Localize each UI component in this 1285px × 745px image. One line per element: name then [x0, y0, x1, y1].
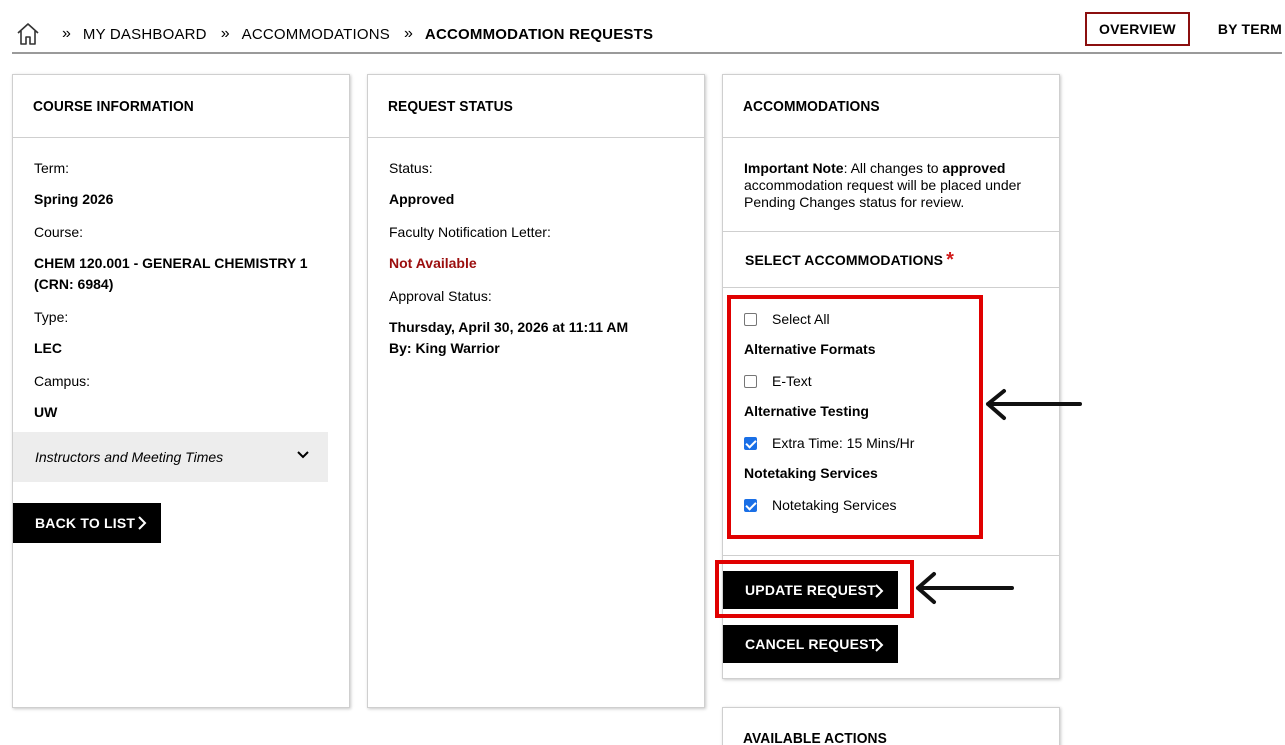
breadcrumb-my-dashboard[interactable]: MY DASHBOARD	[83, 26, 207, 43]
type-label: Type:	[34, 309, 69, 325]
status-label: Status:	[389, 160, 433, 176]
back-to-list-button[interactable]: BACK TO LIST	[13, 503, 161, 543]
tab-overview[interactable]: OVERVIEW	[1085, 12, 1190, 46]
campus-value: UW	[34, 404, 58, 420]
term-label: Term:	[34, 160, 69, 176]
request-status-card: REQUEST STATUS Status: Approved Faculty …	[367, 74, 705, 708]
breadcrumb-separator-icon: »	[62, 25, 71, 42]
course-information-card: COURSE INFORMATION Term: Spring 2026 Cou…	[12, 74, 350, 708]
type-value: LEC	[34, 340, 62, 356]
annotation-arrow-left-icon	[986, 389, 1082, 420]
instructors-accordion[interactable]: Instructors and Meeting Times	[13, 432, 328, 482]
home-icon[interactable]	[16, 22, 40, 46]
important-note: Important Note: All changes to approved …	[723, 138, 1059, 232]
instructors-label: Instructors and Meeting Times	[35, 449, 224, 465]
term-value: Spring 2026	[34, 191, 114, 207]
card-title: COURSE INFORMATION	[13, 75, 349, 138]
tab-by-term[interactable]: BY TERM	[1206, 14, 1282, 44]
breadcrumb-separator-icon: »	[220, 25, 230, 42]
chevron-down-icon	[297, 451, 309, 459]
breadcrumb-accommodation-requests: ACCOMMODATION REQUESTS	[424, 25, 654, 43]
cancel-request-button[interactable]: CANCEL REQUEST	[723, 625, 898, 663]
course-value: CHEM 120.001 - GENERAL CHEMISTRY 1 (CRN:…	[34, 255, 308, 292]
status-value: Approved	[389, 191, 455, 207]
select-accommodations-heading: SELECT ACCOMMODATIONS *	[723, 232, 1059, 288]
approval-value: Thursday, April 30, 2026 at 11:11 AM By:…	[389, 319, 629, 356]
annotation-highlight-checklist	[727, 295, 983, 539]
card-title: AVAILABLE ACTIONS	[743, 729, 887, 745]
annotation-arrow-left-icon	[916, 572, 1014, 604]
chevron-right-icon	[138, 516, 147, 530]
annotation-highlight-update-button	[715, 560, 914, 618]
course-label: Course:	[34, 224, 84, 240]
top-bar: » MY DASHBOARD » ACCOMMODATIONS » ACCOMM…	[12, 0, 1282, 54]
card-title: REQUEST STATUS	[368, 75, 704, 138]
available-actions-card: AVAILABLE ACTIONS	[722, 707, 1060, 745]
letter-value: Not Available	[389, 255, 477, 271]
chevron-right-icon	[875, 638, 884, 652]
breadcrumb-accommodations[interactable]: ACCOMMODATIONS	[242, 26, 390, 43]
view-tabs: OVERVIEW BY TERM	[1085, 12, 1282, 46]
card-title: ACCOMMODATIONS	[723, 75, 1059, 138]
breadcrumb-separator-icon: »	[404, 25, 413, 42]
breadcrumb: » MY DASHBOARD » ACCOMMODATIONS » ACCOMM…	[62, 25, 667, 43]
letter-label: Faculty Notification Letter:	[389, 224, 551, 240]
approval-label: Approval Status:	[389, 288, 492, 304]
campus-label: Campus:	[34, 373, 91, 389]
required-marker: *	[946, 248, 954, 271]
